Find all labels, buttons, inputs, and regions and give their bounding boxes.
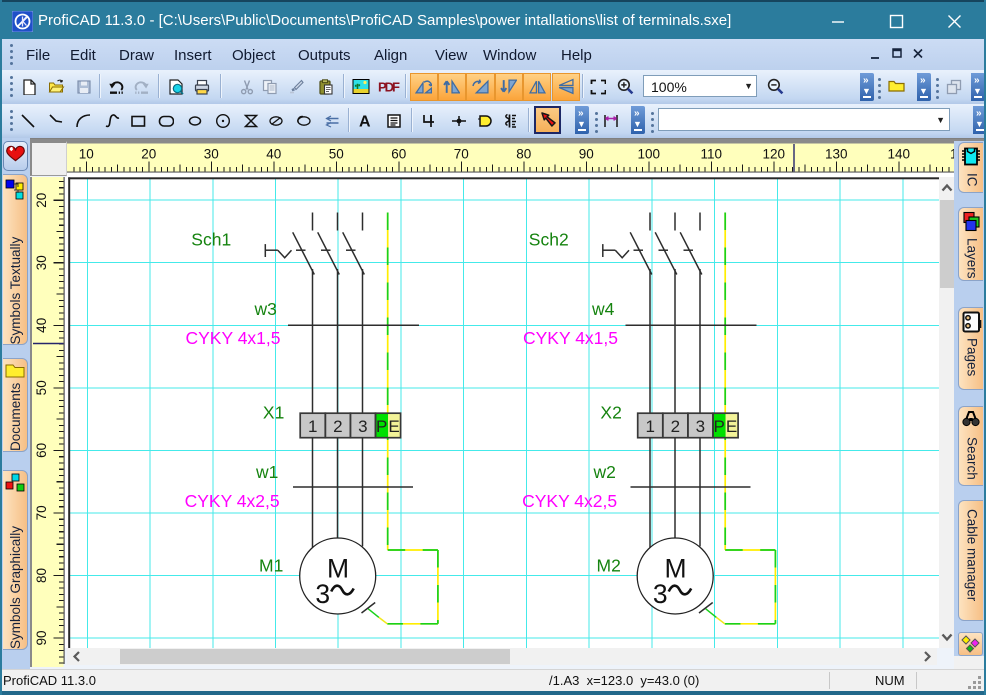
svg-text:100: 100 xyxy=(638,147,661,162)
svg-text:50: 50 xyxy=(34,380,49,395)
svg-text:40: 40 xyxy=(34,318,49,333)
svg-text:w1: w1 xyxy=(255,462,278,482)
svg-text:1: 1 xyxy=(308,417,317,436)
svg-text:CYKY 4x2,5: CYKY 4x2,5 xyxy=(185,491,280,511)
svg-text:CYKY 4x2,5: CYKY 4x2,5 xyxy=(522,491,617,511)
svg-text:90: 90 xyxy=(34,630,49,645)
svg-text:110: 110 xyxy=(701,147,723,162)
svg-text:20: 20 xyxy=(141,147,156,162)
svg-text:3: 3 xyxy=(696,417,705,436)
svg-text:120: 120 xyxy=(763,147,786,162)
svg-text:3: 3 xyxy=(315,579,330,609)
svg-text:60: 60 xyxy=(391,147,406,162)
svg-text:M2: M2 xyxy=(597,556,621,576)
svg-text:140: 140 xyxy=(888,147,911,162)
svg-text:1: 1 xyxy=(645,417,654,436)
svg-text:20: 20 xyxy=(34,193,49,208)
svg-text:60: 60 xyxy=(34,443,49,458)
svg-text:E: E xyxy=(388,417,399,436)
svg-text:30: 30 xyxy=(34,255,49,270)
svg-text:X1: X1 xyxy=(263,402,284,422)
svg-text:50: 50 xyxy=(329,147,344,162)
svg-text:40: 40 xyxy=(266,147,281,162)
svg-text:M: M xyxy=(664,554,686,584)
svg-text:M: M xyxy=(327,554,349,584)
svg-text:E: E xyxy=(726,417,737,436)
svg-text:X2: X2 xyxy=(600,402,621,422)
svg-text:PDF: PDF xyxy=(378,80,400,94)
svg-text:130: 130 xyxy=(825,147,848,162)
svg-text:70: 70 xyxy=(34,505,49,520)
svg-text:CYKY 4x1,5: CYKY 4x1,5 xyxy=(523,328,618,348)
svg-text:w2: w2 xyxy=(593,462,616,482)
svg-text:10: 10 xyxy=(79,147,94,162)
svg-text:3: 3 xyxy=(653,579,668,609)
svg-text:A: A xyxy=(359,114,371,130)
svg-text:90: 90 xyxy=(579,147,594,162)
svg-text:P: P xyxy=(714,417,725,436)
svg-text:M1: M1 xyxy=(259,556,283,576)
svg-text:P: P xyxy=(376,417,387,436)
svg-text:3: 3 xyxy=(358,417,367,436)
svg-text:Sch2: Sch2 xyxy=(529,230,569,250)
svg-text:Sch1: Sch1 xyxy=(191,230,231,250)
svg-text:30: 30 xyxy=(204,147,219,162)
svg-text:80: 80 xyxy=(34,568,49,583)
svg-text:w3: w3 xyxy=(254,299,277,319)
svg-text:CYKY 4x1,5: CYKY 4x1,5 xyxy=(186,328,281,348)
svg-text:80: 80 xyxy=(516,147,531,162)
svg-text:w4: w4 xyxy=(591,299,615,319)
svg-text:2: 2 xyxy=(671,417,680,436)
svg-text:70: 70 xyxy=(454,147,469,162)
svg-text:2: 2 xyxy=(333,417,342,436)
